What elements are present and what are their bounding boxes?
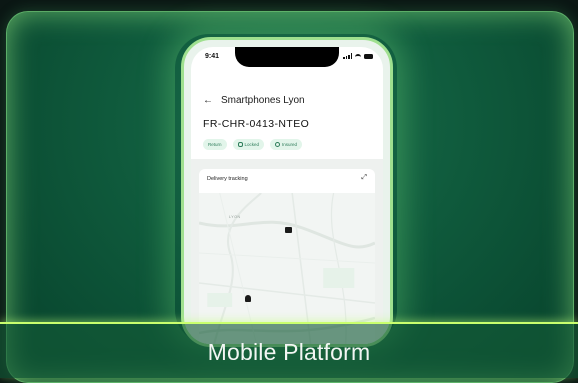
tracking-card[interactable]: Delivery tracking ⤢ LYON [199, 169, 375, 344]
badge-label: Return [208, 142, 222, 147]
status-badges: Return Locked Insured [203, 139, 303, 150]
tracking-title: Delivery tracking [207, 176, 248, 182]
phone-mockup: 9:41 ← Smartphones Lyon FR-CHR-0413-NTEO… [181, 37, 393, 347]
badge-locked: Locked [232, 139, 265, 150]
battery-icon [364, 53, 373, 59]
nav-row: ← Smartphones Lyon [203, 95, 305, 106]
nav-title: Smartphones Lyon [221, 95, 305, 106]
badge-return: Return [203, 139, 227, 150]
tracking-section: Delivery tracking ⤢ LYON [191, 159, 383, 344]
shield-icon [275, 142, 281, 147]
badge-label: Locked [244, 142, 260, 147]
destination-pin-icon [245, 295, 251, 302]
item-code: FR-CHR-0413-NTEO [203, 118, 310, 130]
phone-screen: 9:41 ← Smartphones Lyon FR-CHR-0413-NTEO… [191, 47, 383, 344]
origin-truck-icon [285, 227, 292, 233]
platform-label: Mobile Platform [207, 339, 371, 365]
status-time: 9:41 [205, 53, 220, 60]
signal-icon [343, 53, 352, 59]
badge-insured: Insured [270, 139, 303, 150]
phone-notch [235, 47, 339, 67]
back-arrow-icon[interactable]: ← [203, 95, 213, 106]
status-bar: 9:41 [191, 47, 383, 69]
status-icons [343, 53, 373, 59]
map-city-label: LYON [229, 215, 241, 219]
wifi-icon [355, 53, 361, 59]
expand-icon[interactable]: ⤢ [361, 174, 367, 182]
badge-label: Insured [282, 142, 298, 147]
lock-icon [237, 142, 243, 147]
